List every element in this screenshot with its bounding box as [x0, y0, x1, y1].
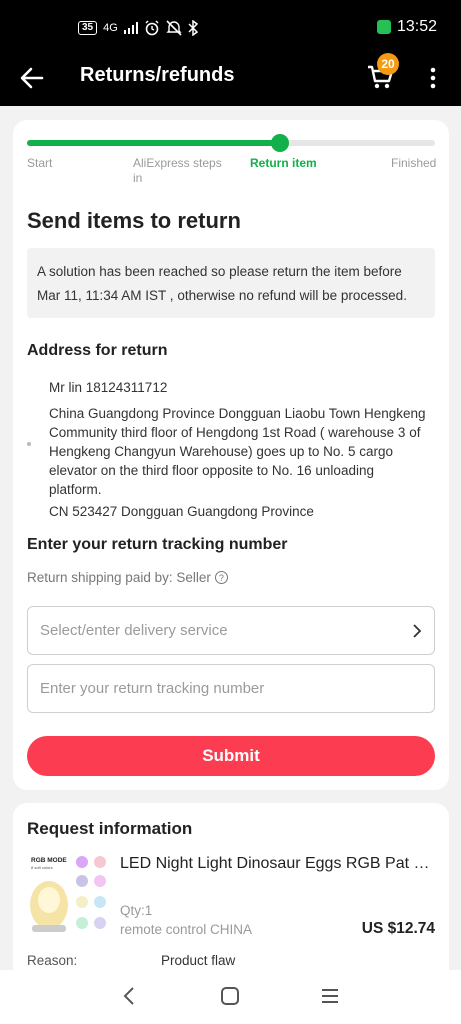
shipping-paid-by: Return shipping paid by: Seller ? — [27, 570, 228, 585]
status-icons-left: 35 4G — [78, 20, 198, 36]
help-icon[interactable]: ? — [214, 571, 228, 584]
progress-fill — [27, 140, 280, 146]
request-heading: Request information — [27, 819, 193, 838]
tracking-number-field[interactable] — [27, 664, 435, 713]
network-label: 4G — [103, 22, 118, 34]
address-heading: Address for return — [27, 342, 168, 359]
status-bar: 35 4G 13:52 — [0, 0, 461, 50]
clock: 13:52 — [396, 18, 437, 35]
product-qty: Qty:1 — [120, 903, 153, 918]
call-icon — [376, 20, 391, 34]
system-nav-bar — [0, 970, 461, 1024]
section-heading-send: Send items to return — [27, 208, 241, 233]
delivery-service-placeholder: Select/enter delivery service — [40, 622, 228, 639]
return-card: Start AliExpress steps in Return item Fi… — [13, 120, 449, 790]
nav-recents-icon[interactable] — [318, 984, 342, 1008]
step-return-item: Return item — [250, 156, 317, 170]
nav-home-icon[interactable] — [218, 984, 242, 1008]
product-price: US $12.74 — [361, 920, 435, 937]
address-bullet — [27, 442, 31, 446]
page-title: Returns/refunds — [80, 64, 235, 86]
product-thumbnail[interactable]: RGB MODE 8 soft colors — [27, 853, 111, 937]
product-variant: remote control CHINA — [120, 922, 253, 937]
app-bar: Returns/refunds 20 — [0, 50, 461, 106]
thumb-subtitle: 8 soft colors — [31, 865, 53, 870]
reason-value: Product flaw — [161, 953, 236, 968]
return-notice: A solution has been reached so please re… — [27, 248, 435, 318]
bluetooth-icon — [188, 20, 198, 36]
mute-icon — [166, 20, 182, 36]
request-info-card: Request information RGB MODE 8 soft colo… — [13, 803, 449, 983]
step-aliexpress: AliExpress steps in — [133, 156, 222, 185]
cart-badge: 20 — [377, 53, 399, 75]
product-name[interactable]: LED Night Light Dinosaur Eggs RGB Pat Li… — [120, 855, 436, 873]
more-options-icon[interactable] — [425, 64, 441, 92]
progress-track — [27, 134, 435, 152]
alarm-icon — [145, 20, 159, 36]
back-arrow-icon[interactable] — [18, 64, 46, 92]
reason-label: Reason: — [27, 953, 78, 968]
step-start: Start — [27, 156, 53, 170]
chevron-right-icon — [413, 623, 422, 638]
step-finished: Finished — [391, 156, 437, 170]
shipping-paid-by-label: Return shipping paid by: Seller — [27, 570, 211, 585]
address-contact: Mr lin 18124311712 — [49, 380, 168, 395]
address-postal: CN 523427 Dongguan Guangdong Province — [49, 504, 314, 519]
nav-back-icon[interactable] — [118, 984, 142, 1008]
submit-button[interactable]: Submit — [27, 736, 435, 776]
address-street: China Guangdong Province Dongguan Liaobu… — [49, 406, 426, 497]
tracking-heading: Enter your return tracking number — [27, 536, 288, 553]
delivery-service-select[interactable]: Select/enter delivery service — [27, 606, 435, 655]
tracking-number-input[interactable] — [40, 680, 422, 697]
thumb-title: RGB MODE — [31, 857, 67, 864]
signal-icon — [123, 22, 138, 34]
progress-indicator — [270, 134, 289, 152]
status-icons-right: 13:52 — [376, 18, 437, 36]
battery-indicator: 35 — [78, 21, 98, 35]
